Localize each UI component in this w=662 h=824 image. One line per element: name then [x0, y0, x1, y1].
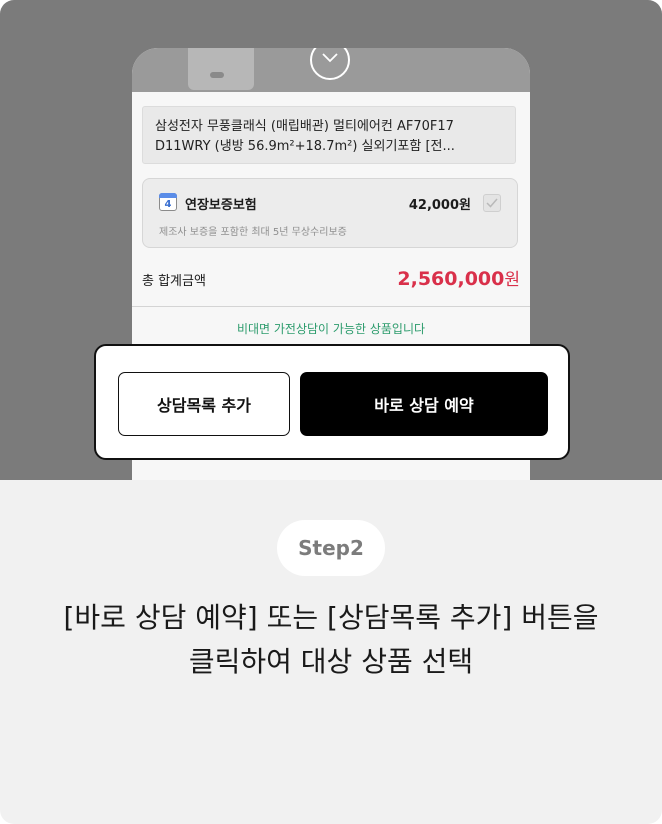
product-image	[188, 48, 254, 90]
product-name-box: 삼성전자 무풍클래식 (매립배관) 멀티에어컨 AF70F17 D11WRY (…	[142, 106, 516, 164]
product-name-line2: D11WRY (냉방 56.9m²+18.7m²) 실외기포함 [전...	[155, 139, 455, 154]
collapse-button[interactable]	[310, 48, 350, 80]
warranty-description: 제조사 보증을 포함한 최대 5년 무상수리보증	[159, 227, 347, 238]
product-image-area	[132, 48, 530, 92]
product-image-detail	[210, 72, 224, 78]
instruction-line1: [바로 상담 예약] 또는 [상담목록 추가] 버튼을	[63, 601, 599, 634]
instruction-text: [바로 상담 예약] 또는 [상담목록 추가] 버튼을 클릭하여 대상 상품 선…	[20, 596, 642, 684]
warranty-title: 연장보증보험	[185, 198, 257, 213]
warranty-option[interactable]: 4 연장보증보험 42,000원 제조사 보증을 포함한 최대 5년 무상수리보…	[142, 178, 518, 248]
total-amount: 2,560,000원	[397, 265, 520, 290]
total-currency: 원	[504, 270, 520, 290]
total-label: 총 합계금액	[142, 274, 206, 289]
warranty-price: 42,000원	[408, 198, 471, 213]
chevron-down-icon	[322, 53, 338, 63]
add-to-consult-list-button[interactable]: 상담목록 추가	[118, 372, 290, 436]
step-badge: Step2	[277, 520, 385, 576]
instruction-line2: 클릭하여 대상 상품 선택	[188, 645, 474, 678]
total-amount-value: 2,560,000	[397, 268, 505, 290]
warranty-checkbox[interactable]	[483, 194, 501, 212]
screenshot-preview: 삼성전자 무풍클래식 (매립배관) 멀티에어컨 AF70F17 D11WRY (…	[0, 0, 662, 480]
action-panel: 상담목록 추가 바로 상담 예약	[94, 344, 570, 460]
book-consultation-button[interactable]: 바로 상담 예약	[300, 372, 548, 436]
calendar-icon: 4	[159, 193, 177, 211]
divider	[132, 306, 530, 307]
product-name-line1: 삼성전자 무풍클래식 (매립배관) 멀티에어컨 AF70F17	[155, 119, 454, 134]
calendar-day: 4	[164, 199, 172, 210]
step-guide-card: 삼성전자 무풍클래식 (매립배관) 멀티에어컨 AF70F17 D11WRY (…	[0, 0, 662, 824]
contactless-notice: 비대면 가전상담이 가능한 상품입니다	[236, 322, 426, 336]
check-icon	[486, 198, 498, 208]
